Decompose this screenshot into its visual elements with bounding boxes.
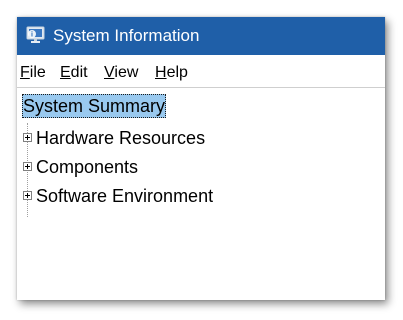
- menu-view-label: iew: [114, 64, 139, 81]
- menu-edit-mnemonic: E: [60, 64, 71, 81]
- title-bar[interactable]: i System Information: [17, 17, 385, 55]
- menu-view[interactable]: View: [104, 63, 138, 83]
- plus-icon[interactable]: [23, 191, 32, 200]
- plus-icon[interactable]: [23, 162, 32, 171]
- tree-item-label: Components: [36, 157, 139, 177]
- tree-item-label: Software Environment: [36, 186, 214, 206]
- menu-help[interactable]: Help: [155, 63, 188, 83]
- category-tree: System Summary Hardware Resources Compon…: [17, 89, 385, 300]
- system-information-icon: i: [26, 26, 45, 43]
- menu-file-label: ile: [29, 64, 46, 81]
- menu-edit-label: dit: [70, 64, 88, 81]
- menu-view-mnemonic: V: [104, 64, 115, 81]
- menu-file-mnemonic: F: [20, 64, 30, 81]
- menu-edit[interactable]: Edit: [60, 63, 88, 83]
- window-title: System Information: [53, 26, 200, 45]
- menu-help-label: elp: [166, 64, 188, 81]
- menu-file[interactable]: File: [20, 63, 46, 83]
- tree-item-system-summary[interactable]: System Summary: [22, 94, 167, 118]
- plus-icon[interactable]: [23, 133, 32, 142]
- menu-help-mnemonic: H: [155, 64, 167, 81]
- svg-text:i: i: [31, 32, 33, 39]
- system-information-window: i System Information File Edit View Help…: [17, 17, 385, 300]
- tree-item-label: Hardware Resources: [36, 128, 206, 148]
- menu-bar: File Edit View Help: [17, 57, 385, 88]
